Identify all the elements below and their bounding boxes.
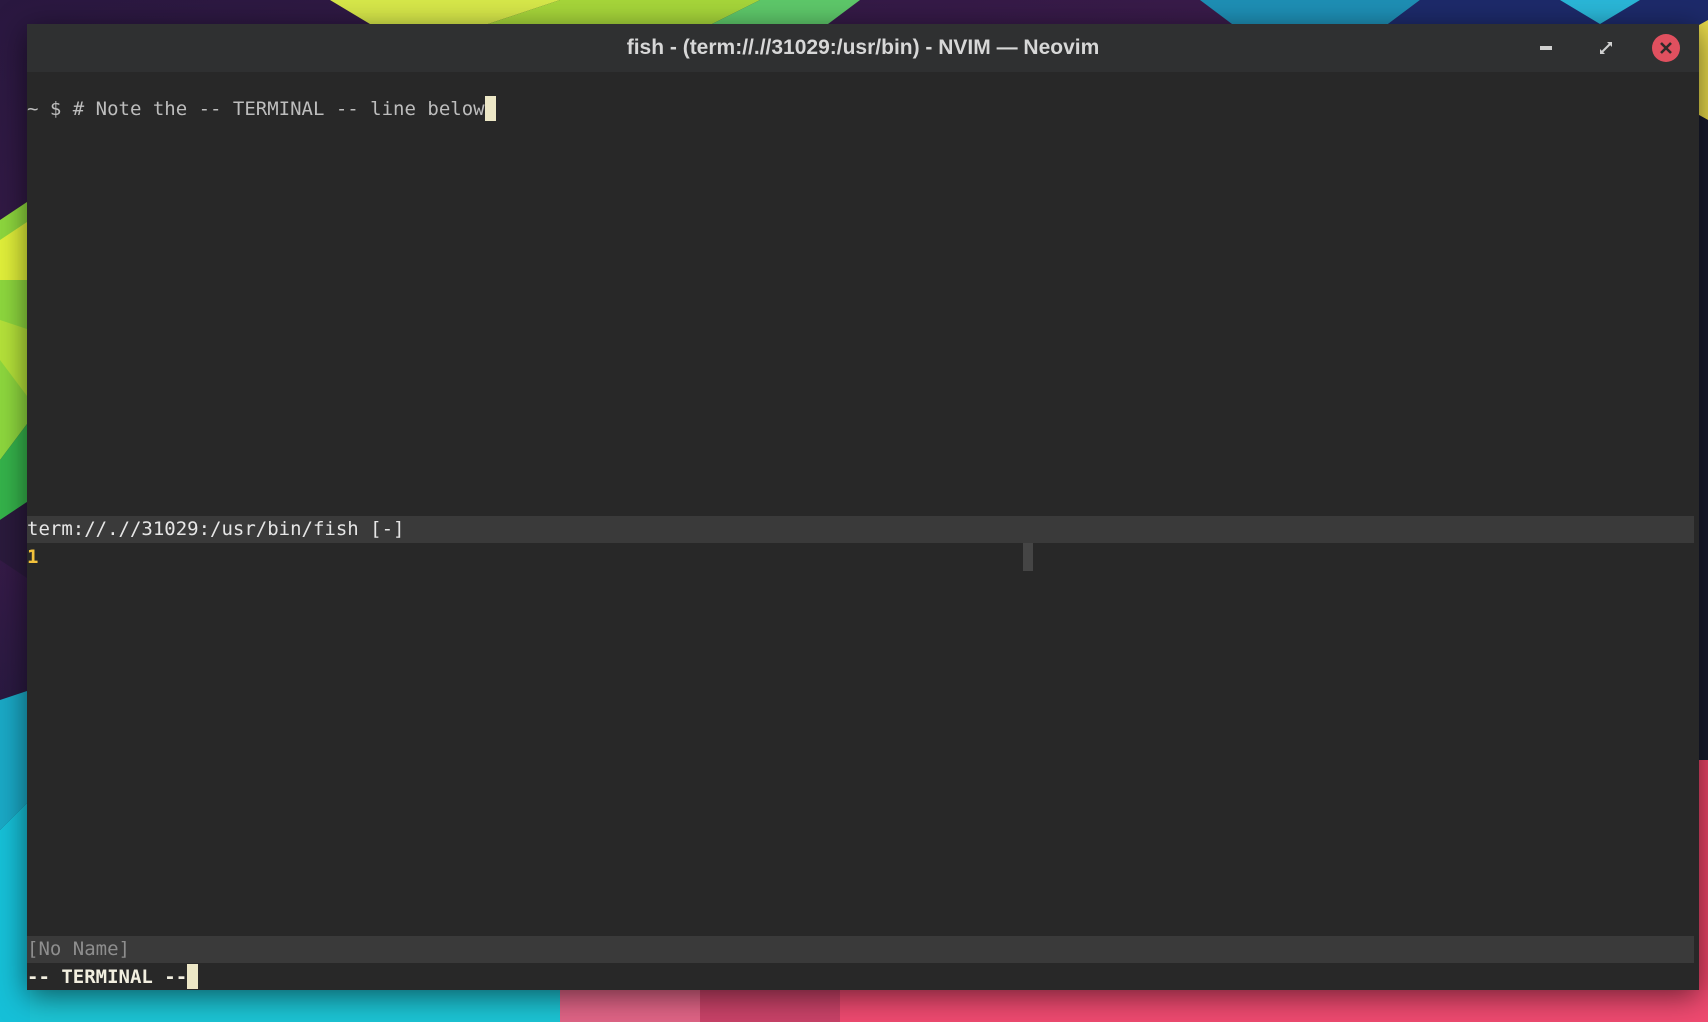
command-text: # Note the -- TERMINAL -- line below: [72, 98, 485, 120]
split-marker: [1023, 543, 1033, 571]
terminal-cursor: [484, 95, 496, 121]
window-title: fish - (term://.//31029:/usr/bin) - NVIM…: [626, 36, 1100, 59]
close-button[interactable]: [1652, 34, 1680, 62]
terminal-area[interactable]: ~ $ # Note the -- TERMINAL -- line below…: [27, 72, 1699, 990]
minimize-button[interactable]: [1532, 34, 1560, 62]
no-name-status-line: [No Name]: [27, 936, 1694, 963]
neovim-window: fish - (term://.//31029:/usr/bin) - NVIM…: [27, 24, 1699, 990]
mode-text: -- TERMINAL --: [27, 966, 188, 988]
buffer-status-line: term://.//31029:/usr/bin/fish [-]: [27, 516, 1694, 543]
line-number: 1: [27, 546, 39, 568]
window-titlebar[interactable]: fish - (term://.//31029:/usr/bin) - NVIM…: [27, 24, 1699, 72]
mode-indicator: -- TERMINAL --: [27, 963, 199, 991]
prompt-line[interactable]: ~ $ # Note the -- TERMINAL -- line below: [27, 95, 496, 123]
mode-cursor: [187, 963, 199, 989]
maximize-icon: [1600, 42, 1612, 54]
maximize-button[interactable]: [1592, 34, 1620, 62]
minimize-icon: [1540, 46, 1552, 50]
close-icon: [1660, 42, 1672, 54]
prompt-symbol: ~ $: [27, 98, 73, 120]
